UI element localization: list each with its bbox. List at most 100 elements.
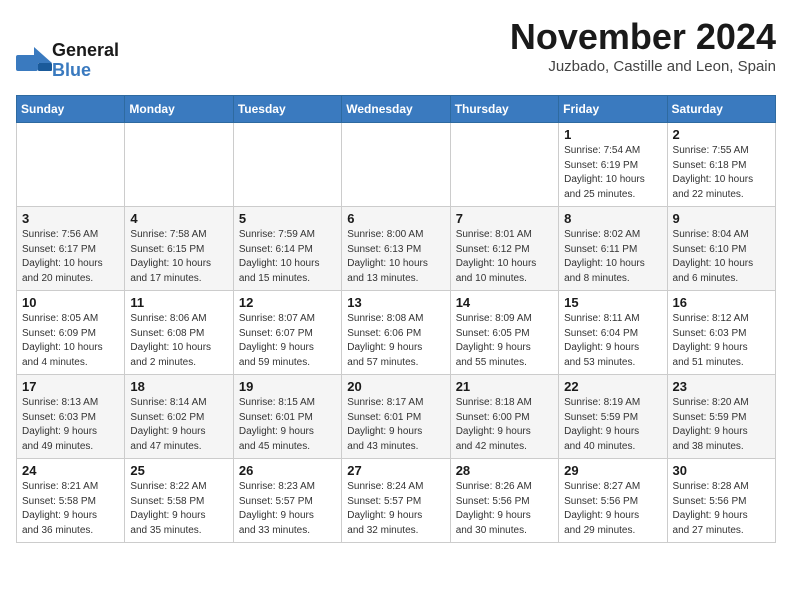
calendar-cell: 7Sunrise: 8:01 AM Sunset: 6:12 PM Daylig…	[450, 207, 558, 291]
day-info: Sunrise: 8:26 AM Sunset: 5:56 PM Dayligh…	[456, 480, 553, 538]
day-number: 2	[673, 127, 770, 142]
day-number: 11	[130, 295, 227, 310]
calendar-cell: 10 Sunrise: 8:05 AM Sunset: 6:09 PM Dayli…	[17, 291, 125, 375]
calendar-cell: 4 Sunrise: 7:58 AM Sunset: 6:15 PM Daylig…	[125, 207, 233, 291]
calendar-day-header: Friday	[559, 96, 667, 123]
calendar-cell: 1 Sunrise: 7:54 AM Sunset: 6:19 PM Daylig…	[559, 123, 667, 207]
calendar-cell: 17 Sunrise: 8:13 AM Sunset: 6:03 PM Dayli…	[17, 375, 125, 459]
title-section: November 2024 Juzbado, Castille and Leon…	[510, 16, 776, 85]
day-number: 12	[239, 295, 336, 310]
day-number: 18	[130, 379, 227, 394]
day-info: Sunrise: 8:21 AM Sunset: 5:58 PM Dayligh…	[22, 480, 119, 538]
calendar-cell: 28 Sunrise: 8:26 AM Sunset: 5:56 PM Dayli…	[450, 459, 558, 543]
day-info: Sunrise: 8:14 AM Sunset: 6:02 PM Dayligh…	[130, 396, 227, 454]
day-info: Sunrise: 8:02 AM Sunset: 6:11 PM Dayligh…	[564, 228, 661, 286]
calendar-day-header: Wednesday	[342, 96, 450, 123]
calendar-cell: 27 Sunrise: 8:24 AM Sunset: 5:57 PM Dayli…	[342, 459, 450, 543]
day-info: Sunrise: 8:12 AM Sunset: 6:03 PM Dayligh…	[673, 312, 770, 370]
day-number: 23	[673, 379, 770, 394]
logo-text: General Blue	[52, 41, 119, 81]
day-info: Sunrise: 7:58 AM Sunset: 6:15 PM Dayligh…	[130, 228, 227, 286]
logo: General Blue	[16, 41, 119, 81]
calendar-week-row: 17 Sunrise: 8:13 AM Sunset: 6:03 PM Dayli…	[17, 375, 776, 459]
day-number: 30	[673, 463, 770, 478]
calendar-day-header: Thursday	[450, 96, 558, 123]
day-number: 1	[564, 127, 661, 142]
day-number: 29	[564, 463, 661, 478]
day-number: 6	[347, 211, 444, 226]
day-info: Sunrise: 8:05 AM Sunset: 6:09 PM Dayligh…	[22, 312, 119, 370]
day-info: Sunrise: 8:07 AM Sunset: 6:07 PM Dayligh…	[239, 312, 336, 370]
day-number: 14	[456, 295, 553, 310]
day-number: 10	[22, 295, 119, 310]
calendar-cell: 18 Sunrise: 8:14 AM Sunset: 6:02 PM Dayli…	[125, 375, 233, 459]
day-number: 24	[22, 463, 119, 478]
day-number: 8	[564, 211, 661, 226]
day-number: 25	[130, 463, 227, 478]
calendar-cell	[233, 123, 341, 207]
calendar-cell	[450, 123, 558, 207]
calendar-week-row: 10 Sunrise: 8:05 AM Sunset: 6:09 PM Dayli…	[17, 291, 776, 375]
day-number: 19	[239, 379, 336, 394]
day-info: Sunrise: 7:59 AM Sunset: 6:14 PM Dayligh…	[239, 228, 336, 286]
calendar-day-header: Sunday	[17, 96, 125, 123]
day-info: Sunrise: 8:06 AM Sunset: 6:08 PM Dayligh…	[130, 312, 227, 370]
day-info: Sunrise: 8:23 AM Sunset: 5:57 PM Dayligh…	[239, 480, 336, 538]
day-info: Sunrise: 8:04 AM Sunset: 6:10 PM Dayligh…	[673, 228, 770, 286]
calendar-day-header: Tuesday	[233, 96, 341, 123]
calendar-cell: 9 Sunrise: 8:04 AM Sunset: 6:10 PM Daylig…	[667, 207, 775, 291]
calendar-week-row: 24 Sunrise: 8:21 AM Sunset: 5:58 PM Dayli…	[17, 459, 776, 543]
day-info: Sunrise: 8:24 AM Sunset: 5:57 PM Dayligh…	[347, 480, 444, 538]
day-number: 20	[347, 379, 444, 394]
calendar-week-row: 1 Sunrise: 7:54 AM Sunset: 6:19 PM Daylig…	[17, 123, 776, 207]
calendar-cell: 19Sunrise: 8:15 AM Sunset: 6:01 PM Dayli…	[233, 375, 341, 459]
calendar-cell: 11 Sunrise: 8:06 AM Sunset: 6:08 PM Dayli…	[125, 291, 233, 375]
day-info: Sunrise: 8:09 AM Sunset: 6:05 PM Dayligh…	[456, 312, 553, 370]
day-number: 17	[22, 379, 119, 394]
day-info: Sunrise: 8:13 AM Sunset: 6:03 PM Dayligh…	[22, 396, 119, 454]
day-number: 9	[673, 211, 770, 226]
calendar-body: 1 Sunrise: 7:54 AM Sunset: 6:19 PM Daylig…	[17, 123, 776, 543]
calendar-cell: 23Sunrise: 8:20 AM Sunset: 5:59 PM Dayli…	[667, 375, 775, 459]
calendar-cell: 3Sunrise: 7:56 AM Sunset: 6:17 PM Daylig…	[17, 207, 125, 291]
day-number: 13	[347, 295, 444, 310]
calendar-cell: 15Sunrise: 8:11 AM Sunset: 6:04 PM Dayli…	[559, 291, 667, 375]
calendar-cell: 6 Sunrise: 8:00 AM Sunset: 6:13 PM Daylig…	[342, 207, 450, 291]
location-title: Juzbado, Castille and Leon, Spain	[510, 58, 776, 75]
calendar-cell: 12 Sunrise: 8:07 AM Sunset: 6:07 PM Dayli…	[233, 291, 341, 375]
calendar-header-row: SundayMondayTuesdayWednesdayThursdayFrid…	[17, 96, 776, 123]
calendar-cell: 20 Sunrise: 8:17 AM Sunset: 6:01 PM Dayli…	[342, 375, 450, 459]
day-info: Sunrise: 8:01 AM Sunset: 6:12 PM Dayligh…	[456, 228, 553, 286]
calendar-cell: 22 Sunrise: 8:19 AM Sunset: 5:59 PM Dayli…	[559, 375, 667, 459]
day-number: 15	[564, 295, 661, 310]
calendar-cell	[342, 123, 450, 207]
day-info: Sunrise: 8:28 AM Sunset: 5:56 PM Dayligh…	[673, 480, 770, 538]
day-info: Sunrise: 8:19 AM Sunset: 5:59 PM Dayligh…	[564, 396, 661, 454]
day-info: Sunrise: 7:54 AM Sunset: 6:19 PM Dayligh…	[564, 144, 661, 202]
day-number: 26	[239, 463, 336, 478]
day-number: 3	[22, 211, 119, 226]
day-info: Sunrise: 7:55 AM Sunset: 6:18 PM Dayligh…	[673, 144, 770, 202]
day-number: 27	[347, 463, 444, 478]
day-info: Sunrise: 8:27 AM Sunset: 5:56 PM Dayligh…	[564, 480, 661, 538]
day-number: 5	[239, 211, 336, 226]
day-info: Sunrise: 8:17 AM Sunset: 6:01 PM Dayligh…	[347, 396, 444, 454]
calendar-cell: 30 Sunrise: 8:28 AM Sunset: 5:56 PM Dayli…	[667, 459, 775, 543]
day-number: 28	[456, 463, 553, 478]
day-info: Sunrise: 8:18 AM Sunset: 6:00 PM Dayligh…	[456, 396, 553, 454]
calendar-cell: 24 Sunrise: 8:21 AM Sunset: 5:58 PM Dayli…	[17, 459, 125, 543]
calendar-cell: 5 Sunrise: 7:59 AM Sunset: 6:14 PM Daylig…	[233, 207, 341, 291]
calendar-cell: 26 Sunrise: 8:23 AM Sunset: 5:57 PM Dayli…	[233, 459, 341, 543]
calendar-week-row: 3Sunrise: 7:56 AM Sunset: 6:17 PM Daylig…	[17, 207, 776, 291]
month-title: November 2024	[510, 16, 776, 58]
calendar-cell	[125, 123, 233, 207]
day-number: 16	[673, 295, 770, 310]
day-number: 22	[564, 379, 661, 394]
logo-icon	[16, 47, 48, 75]
calendar-day-header: Saturday	[667, 96, 775, 123]
calendar-cell: 29 Sunrise: 8:27 AM Sunset: 5:56 PM Dayli…	[559, 459, 667, 543]
day-info: Sunrise: 8:00 AM Sunset: 6:13 PM Dayligh…	[347, 228, 444, 286]
day-number: 4	[130, 211, 227, 226]
calendar-cell: 21Sunrise: 8:18 AM Sunset: 6:00 PM Dayli…	[450, 375, 558, 459]
calendar-cell: 14 Sunrise: 8:09 AM Sunset: 6:05 PM Dayli…	[450, 291, 558, 375]
